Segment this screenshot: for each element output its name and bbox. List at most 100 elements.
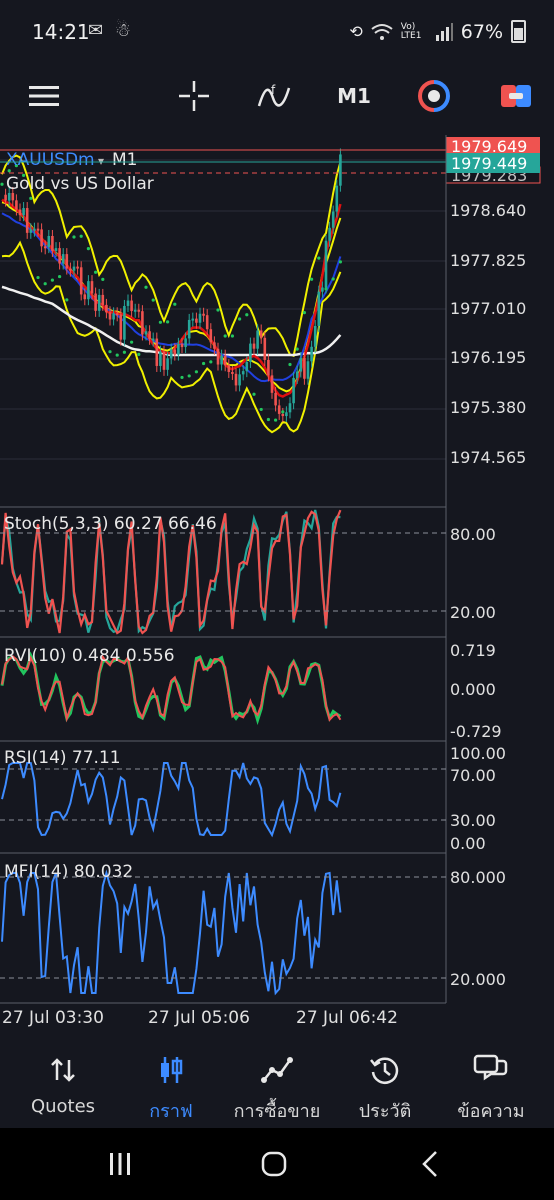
psar-dot	[58, 274, 62, 279]
status-right: ⟲ Vo) LTE1 67%	[349, 20, 526, 43]
rsi-level: 70.00	[450, 766, 496, 785]
rsi-level: 0.00	[450, 834, 486, 853]
candle-body	[94, 293, 97, 311]
chart-toolbar: f M1	[0, 64, 554, 128]
nav-label: กราฟ	[149, 1101, 193, 1122]
psar-dot	[266, 417, 270, 422]
candle-body	[216, 348, 220, 365]
candle-body	[270, 375, 274, 393]
home-icon	[261, 1151, 287, 1177]
sma-red-line	[1, 198, 342, 398]
candle-body	[112, 313, 115, 320]
symbol-description: Gold vs US Dollar	[6, 174, 154, 194]
candle-body	[51, 235, 54, 251]
candle-body	[25, 208, 29, 233]
back-button[interactable]	[400, 1146, 460, 1182]
candle-body	[198, 313, 202, 323]
psar-dot	[43, 282, 47, 286]
candle-body	[148, 331, 151, 339]
candle-body	[220, 355, 223, 365]
psar-dot	[137, 352, 141, 356]
candle-body	[310, 346, 313, 362]
psar-dot	[252, 392, 256, 396]
moving-averages	[1, 198, 342, 398]
symbol-label: XAUUSDm	[6, 150, 95, 170]
psar-dot	[302, 311, 306, 315]
candle-body	[234, 373, 238, 386]
candle-body	[115, 313, 119, 316]
candle-body	[227, 365, 231, 372]
candle-body	[7, 193, 11, 201]
parabolic-sar	[0, 164, 342, 422]
psar-dot	[216, 308, 220, 312]
crosshair-button[interactable]	[174, 78, 214, 114]
candle-body	[213, 342, 216, 349]
candle-body	[47, 235, 51, 248]
home-button[interactable]	[244, 1146, 304, 1182]
nav-trade[interactable]: การซื้อขาย	[222, 1050, 332, 1125]
psar-dot	[281, 410, 285, 414]
nav-chart[interactable]: กราฟ	[116, 1050, 226, 1125]
candle-body	[58, 248, 61, 264]
candle-body	[22, 208, 25, 216]
timeframe-button[interactable]: M1	[332, 78, 376, 114]
candle-body	[162, 351, 166, 370]
psar-dot	[86, 247, 90, 251]
candle-body	[177, 343, 180, 355]
indicators-button[interactable]: f	[254, 78, 294, 114]
battery-percent: 67%	[460, 20, 503, 43]
bollinger-bands	[1, 154, 342, 434]
psar-dot	[108, 350, 112, 354]
nav-history[interactable]: ประวัติ	[330, 1050, 440, 1125]
candle-body	[335, 185, 339, 212]
candle-body	[195, 318, 198, 323]
psar-dot	[166, 320, 170, 324]
psar-dot	[101, 277, 105, 281]
psar-dot	[331, 277, 335, 281]
psar-dot	[0, 182, 4, 186]
candle-body	[151, 338, 155, 341]
recent-apps-button[interactable]	[90, 1146, 150, 1182]
psar-dot	[158, 320, 162, 324]
candle-body	[231, 371, 234, 374]
candle-body	[267, 359, 270, 376]
candle-body	[252, 343, 256, 349]
trade-sync-button[interactable]	[414, 78, 454, 114]
stoch-level: 20.00	[450, 603, 496, 622]
psar-dot	[245, 313, 249, 317]
candle-body	[61, 254, 65, 264]
menu-icon	[29, 86, 59, 106]
candle-body	[105, 304, 108, 313]
price-axis-label: 1977.825	[450, 251, 526, 270]
candle-body	[281, 413, 285, 417]
candle-body	[29, 229, 33, 233]
rsi-level: 30.00	[450, 811, 496, 830]
psar-dot	[324, 287, 328, 291]
candle-body	[69, 268, 72, 271]
trade-sync-icon	[418, 80, 450, 112]
candle-body	[54, 248, 58, 251]
price-axis-label: 1977.010	[450, 299, 526, 318]
rsi-line	[1, 761, 342, 838]
candle-body	[137, 309, 141, 312]
candle-body	[40, 229, 43, 247]
crosshair-icon	[179, 81, 209, 111]
mfi-line	[1, 869, 342, 996]
psar-dot	[115, 353, 119, 357]
candle-body	[15, 200, 18, 210]
symbol-dropdown-icon[interactable]: ▾	[98, 154, 104, 168]
one-click-trade-button[interactable]	[496, 78, 536, 114]
price-axis-label: 1978.640	[450, 201, 526, 220]
psar-dot	[94, 270, 98, 274]
price-chart[interactable]: XAUUSDm ▾ M1 Gold vs US Dollar 1978.640 …	[0, 135, 554, 1035]
candle-body	[65, 254, 69, 269]
nav-messages[interactable]: ข้อความ	[436, 1050, 546, 1125]
candle-body	[295, 371, 299, 378]
rsi-label: RSI(14) 77.11	[4, 748, 121, 768]
candle-body	[184, 338, 187, 348]
candle-body	[191, 318, 195, 321]
nav-label: ประวัติ	[358, 1101, 412, 1122]
menu-button[interactable]	[24, 78, 64, 114]
nav-quotes[interactable]: Quotes	[8, 1050, 118, 1117]
candle-body	[72, 266, 76, 271]
